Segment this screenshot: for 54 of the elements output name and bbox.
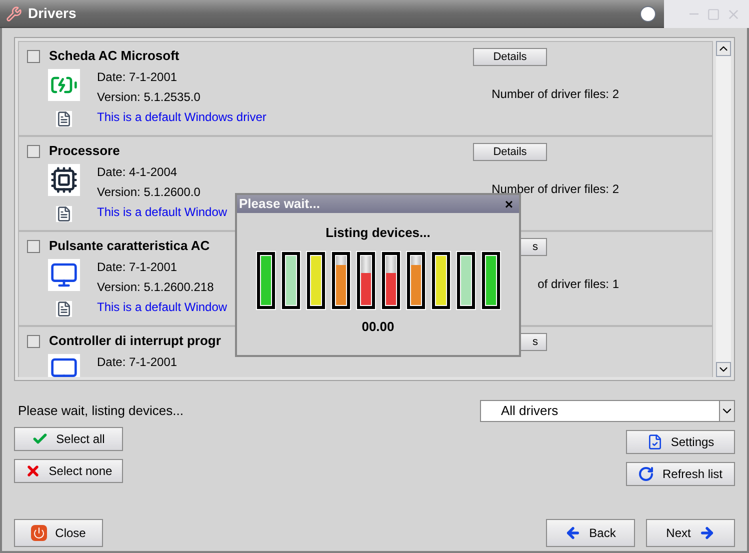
- chip-icon: [48, 164, 80, 196]
- details-button[interactable]: Details: [473, 48, 547, 66]
- driver-name: Pulsante caratteristica AC: [49, 237, 210, 256]
- document-icon: [56, 206, 72, 222]
- right-arrow-icon: [698, 525, 715, 541]
- driver-file-count: Number of driver files: 2: [490, 181, 619, 198]
- next-button[interactable]: Next: [646, 519, 735, 547]
- dialog-close-button[interactable]: ×: [504, 197, 517, 211]
- back-button[interactable]: Back: [546, 519, 635, 547]
- driver-note: This is a default Window: [97, 204, 228, 221]
- refresh-list-button[interactable]: Refresh list: [626, 462, 735, 486]
- driver-version: Version: 5.1.2600.0: [97, 184, 202, 201]
- progress-reading: 00.00: [360, 318, 396, 336]
- dialog-message: Listing devices...: [324, 224, 432, 242]
- wrench-icon: [6, 6, 22, 22]
- checkbox[interactable]: [27, 334, 40, 348]
- scroll-down-icon[interactable]: [716, 362, 731, 377]
- close-button[interactable]: Close: [14, 519, 103, 547]
- scrollbar[interactable]: [716, 41, 731, 377]
- driver-note: This is a default Windows driver: [97, 109, 266, 126]
- window-title: Drivers: [28, 4, 76, 23]
- checkbox[interactable]: [27, 240, 40, 252]
- driver-name: Controller di interrupt progr: [49, 332, 221, 350]
- checkbox[interactable]: [27, 50, 40, 62]
- dialog-title: Please wait...: [239, 195, 320, 214]
- document-icon: [56, 301, 72, 317]
- scroll-up-icon[interactable]: [716, 41, 731, 56]
- select-all-button[interactable]: Select all: [14, 427, 123, 451]
- monitor-icon: [48, 259, 80, 291]
- cross-icon: [24, 463, 41, 479]
- select-none-button[interactable]: Select none: [14, 459, 123, 483]
- settings-button[interactable]: Settings: [626, 430, 735, 454]
- refresh-icon: [638, 466, 654, 482]
- driver-date: Date: 7-1-2001: [97, 259, 178, 276]
- checkbox[interactable]: [27, 144, 40, 158]
- document-check-icon: [646, 434, 663, 450]
- driver-version: Version: 5.1.2600.218: [97, 279, 215, 296]
- driver-note: This is a default Window: [97, 299, 228, 316]
- driver-file-count: of driver files: 1: [536, 276, 619, 293]
- document-icon: [56, 111, 72, 127]
- driver-name: Scheda AC Microsoft: [49, 47, 180, 66]
- driver-date: Date: 7-1-2001: [97, 354, 178, 371]
- monitor-icon: [48, 354, 80, 377]
- driver-date: Date: 7-1-2001: [97, 69, 178, 86]
- driver-version: Version: 5.1.2535.0: [97, 89, 202, 106]
- status-text: Please wait, listing devices...: [17, 402, 184, 420]
- left-arrow-icon: [565, 525, 582, 541]
- battery-icon: [48, 69, 80, 101]
- filter-dropdown[interactable]: All drivers: [480, 400, 735, 422]
- driver-name: Processore: [49, 142, 120, 160]
- driver-date: Date: 4-1-2004: [97, 164, 178, 181]
- power-icon: [31, 525, 48, 541]
- driver-file-count: Number of driver files: 2: [490, 86, 619, 103]
- details-button[interactable]: Details: [473, 143, 547, 161]
